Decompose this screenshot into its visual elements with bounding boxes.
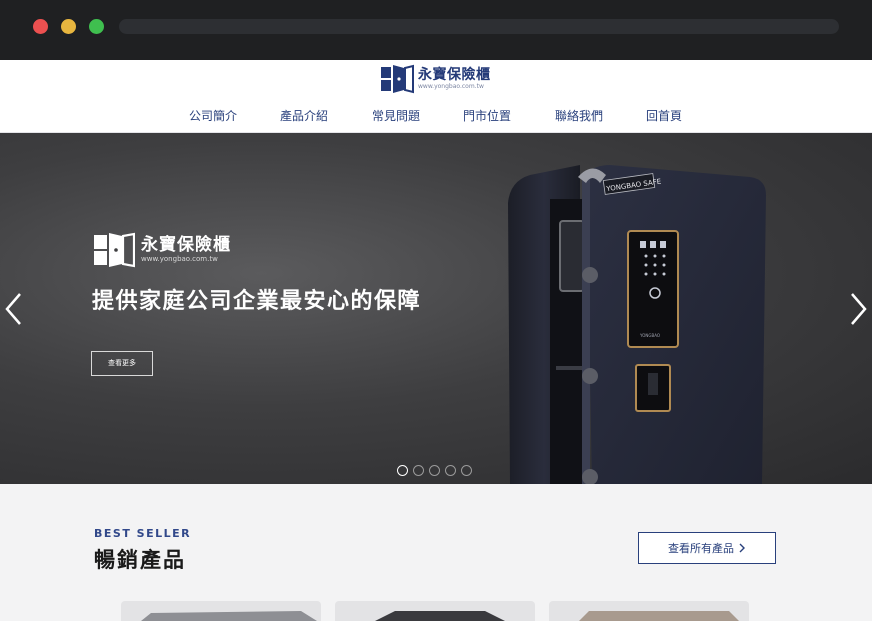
nav-item-about[interactable]: 公司簡介 xyxy=(189,107,237,125)
slider-dot[interactable] xyxy=(461,465,472,476)
section-title: 暢銷產品 xyxy=(94,548,186,572)
logo-brand-name: 永寶保險櫃 xyxy=(418,67,491,83)
product-card[interactable] xyxy=(121,601,321,621)
logo-brand-url: www.yongbao.com.tw xyxy=(418,83,484,90)
slider-pagination xyxy=(397,465,472,476)
chevron-right-icon xyxy=(739,543,745,553)
nav-item-stores[interactable]: 門市位置 xyxy=(463,107,511,125)
nav-item-products[interactable]: 產品介紹 xyxy=(280,107,328,125)
product-image xyxy=(141,611,317,621)
slider-dot[interactable] xyxy=(429,465,440,476)
nav-item-faq[interactable]: 常見問題 xyxy=(372,107,420,125)
browser-chrome xyxy=(0,0,872,60)
keypad-brand-text: YONGBAO xyxy=(639,333,660,338)
maximize-window-button[interactable] xyxy=(89,19,104,34)
vault-logo-icon xyxy=(94,232,135,268)
hero-slider: YONGBAO SAFE YONGBAO 永寶保險櫃 www.yongbao.c… xyxy=(0,133,872,484)
minimize-window-button[interactable] xyxy=(61,19,76,34)
hero-headline: 提供家庭公司企業最安心的保障 xyxy=(92,289,422,314)
close-window-button[interactable] xyxy=(33,19,48,34)
hero-brand-name: 永寶保險櫃 xyxy=(141,235,231,255)
view-all-products-button[interactable]: 查看所有產品 xyxy=(638,532,776,564)
vault-logo-icon xyxy=(381,64,414,94)
section-eyebrow: BEST SELLER xyxy=(94,527,192,540)
hero-brand-url: www.yongbao.com.tw xyxy=(141,255,218,263)
site-header: 永寶保險櫃 www.yongbao.com.tw 公司簡介 產品介紹 常見問題 … xyxy=(0,60,872,133)
slider-dot[interactable] xyxy=(413,465,424,476)
hero-logo: 永寶保險櫃 www.yongbao.com.tw xyxy=(93,231,231,269)
address-bar[interactable] xyxy=(119,19,839,34)
product-image xyxy=(579,611,739,621)
product-card[interactable] xyxy=(335,601,535,621)
product-card[interactable] xyxy=(549,601,749,621)
best-seller-section: BEST SELLER 暢銷產品 查看所有產品 xyxy=(0,484,872,621)
slider-prev-arrow-icon[interactable] xyxy=(2,291,26,327)
main-nav: 公司簡介 產品介紹 常見問題 門市位置 聯絡我們 回首頁 xyxy=(0,107,872,125)
safe-product-image: YONGBAO SAFE YONGBAO xyxy=(508,165,766,484)
slider-dot[interactable] xyxy=(445,465,456,476)
hero-learn-more-button[interactable]: 查看更多 xyxy=(91,351,153,376)
slider-dot[interactable] xyxy=(397,465,408,476)
nav-item-home[interactable]: 回首頁 xyxy=(646,107,682,125)
nav-item-contact[interactable]: 聯絡我們 xyxy=(555,107,603,125)
view-all-products-label: 查看所有產品 xyxy=(668,542,734,555)
product-image xyxy=(375,611,505,621)
slider-next-arrow-icon[interactable] xyxy=(846,291,870,327)
site-logo[interactable]: 永寶保險櫃 www.yongbao.com.tw xyxy=(380,62,491,96)
